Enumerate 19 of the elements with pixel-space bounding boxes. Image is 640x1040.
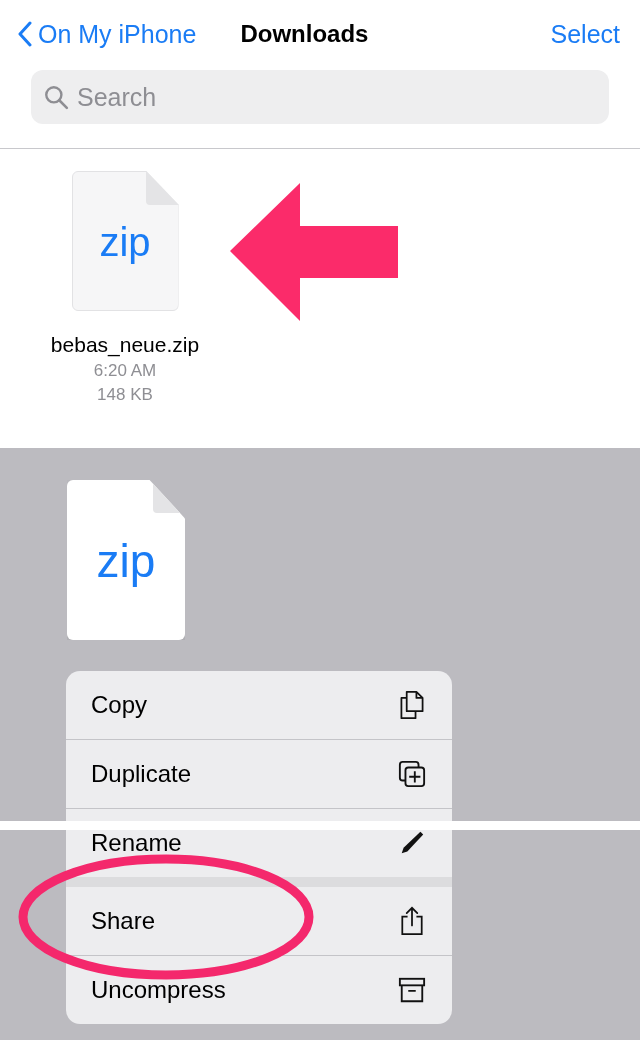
menu-item[interactable]: Copy: [66, 671, 452, 739]
zip-file-icon: zip: [67, 480, 185, 640]
search-icon: [43, 84, 69, 110]
back-button[interactable]: On My iPhone: [18, 19, 197, 49]
copy-icon: [398, 690, 426, 720]
screen-title: Downloads: [240, 20, 369, 48]
share-icon: [398, 906, 426, 936]
file-name: bebas_neue.zip: [50, 333, 200, 357]
search-field[interactable]: Search: [31, 70, 609, 124]
file-size: 148 KB: [97, 385, 153, 405]
zip-file-icon[interactable]: zip: [71, 171, 179, 311]
menu-item[interactable]: Uncompress: [66, 955, 452, 1024]
menu-item[interactable]: Duplicate: [66, 739, 452, 808]
select-button[interactable]: Select: [550, 19, 620, 49]
duplicate-icon: [398, 759, 426, 789]
file-time: 6:20 AM: [93, 361, 157, 381]
chevron-icon: [18, 21, 32, 47]
archive-icon: [398, 975, 426, 1005]
menu-item[interactable]: Share: [66, 887, 452, 955]
